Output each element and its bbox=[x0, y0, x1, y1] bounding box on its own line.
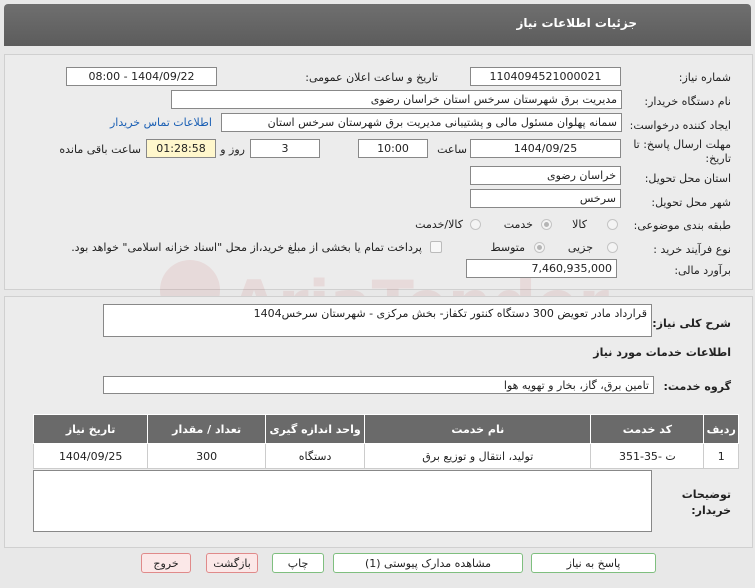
category-service-label: خدمت bbox=[503, 218, 533, 231]
service-group-label: گروه خدمت: bbox=[663, 380, 731, 393]
cell-service-name: تولید، انتقال و توزیع برق bbox=[364, 443, 592, 469]
category-goods-service-radio[interactable] bbox=[470, 219, 481, 230]
deadline-time-label: ساعت bbox=[437, 143, 467, 156]
city-field[interactable]: سرخس bbox=[470, 189, 621, 208]
treasury-payment-checkbox[interactable] bbox=[430, 241, 442, 253]
cell-quantity: 300 bbox=[147, 443, 266, 469]
remaining-time-label: ساعت باقی مانده bbox=[59, 143, 141, 156]
buyer-notes-label-1: توضیحات bbox=[681, 488, 731, 501]
category-goods-label: کالا bbox=[572, 218, 587, 231]
description-label: شرح کلی نیاز: bbox=[652, 317, 731, 330]
cell-unit: دستگاه bbox=[264, 443, 366, 469]
deadline-time-field[interactable]: 10:00 bbox=[358, 139, 428, 158]
buyer-contact-link[interactable]: اطلاعات تماس خریدار bbox=[110, 116, 212, 129]
col-header-unit: واحد اندازه گیری bbox=[264, 414, 366, 444]
deadline-label-date: تاریخ: bbox=[705, 152, 731, 165]
col-header-service-code: کد خدمت bbox=[590, 414, 705, 444]
cell-service-code: ت -35-351 bbox=[590, 443, 705, 469]
days-label: روز و bbox=[220, 143, 245, 156]
page-header bbox=[4, 4, 751, 46]
print-button[interactable]: چاپ bbox=[272, 553, 324, 573]
announce-field[interactable]: 1404/09/22 - 08:00 bbox=[66, 67, 217, 86]
need-number-field[interactable]: 1104094521000021 bbox=[470, 67, 621, 86]
back-button[interactable]: بازگشت bbox=[206, 553, 258, 573]
deadline-label: مهلت ارسال پاسخ: تا bbox=[633, 138, 731, 151]
treasury-payment-note: پرداخت تمام یا بخشی از مبلغ خرید،از محل … bbox=[71, 241, 422, 254]
category-goods-radio[interactable] bbox=[607, 219, 618, 230]
process-medium-radio[interactable] bbox=[534, 242, 545, 253]
page-title: جزئیات اطلاعات نیاز bbox=[516, 16, 637, 30]
category-service-radio[interactable] bbox=[541, 219, 552, 230]
buyer-field[interactable]: مدیریت برق شهرستان سرخس استان خراسان رضو… bbox=[171, 90, 622, 109]
need-number-label: شماره نیاز: bbox=[678, 71, 731, 84]
buyer-notes-textarea[interactable] bbox=[33, 470, 652, 532]
city-label: شهر محل تحویل: bbox=[651, 196, 731, 209]
creator-field[interactable]: سمانه پهلوان مسئول مالی و پشتیبانی مدیری… bbox=[221, 113, 622, 132]
process-small-radio[interactable] bbox=[607, 242, 618, 253]
process-medium-label: متوسط bbox=[490, 241, 525, 254]
estimate-field[interactable]: 7,460,935,000 bbox=[466, 259, 617, 278]
creator-label: ایجاد کننده درخواست: bbox=[629, 119, 731, 132]
buyer-label: نام دستگاه خریدار: bbox=[644, 95, 731, 108]
services-table: ردیف کد خدمت نام خدمت واحد اندازه گیری ت… bbox=[32, 414, 739, 469]
exit-button[interactable]: خروج bbox=[141, 553, 191, 573]
province-label: استان محل تحویل: bbox=[644, 172, 731, 185]
announce-label: تاریخ و ساعت اعلان عمومی: bbox=[305, 71, 438, 84]
process-small-label: جزیی bbox=[567, 241, 593, 254]
category-label: طبقه بندی موضوعی: bbox=[633, 219, 731, 232]
days-field[interactable]: 3 bbox=[250, 139, 320, 158]
buyer-notes-label-2: خریدار: bbox=[691, 504, 731, 517]
category-goods-service-label: کالا/خدمت bbox=[415, 218, 463, 231]
service-group-field[interactable]: تامین برق، گاز، بخار و تهویه هوا bbox=[103, 376, 654, 394]
cell-row-number: 1 bbox=[703, 443, 739, 469]
province-field[interactable]: خراسان رضوی bbox=[470, 166, 621, 185]
col-header-need-date: تاریخ نیاز bbox=[32, 414, 149, 444]
deadline-date-field[interactable]: 1404/09/25 bbox=[470, 139, 621, 158]
col-header-row-number: ردیف bbox=[703, 414, 739, 444]
reply-button[interactable]: پاسخ به نیاز bbox=[531, 553, 656, 573]
services-section-title: اطلاعات خدمات مورد نیاز bbox=[593, 346, 731, 359]
col-header-service-name: نام خدمت bbox=[364, 414, 592, 444]
cell-need-date: 1404/09/25 bbox=[32, 443, 149, 469]
remaining-time-field[interactable]: 01:28:58 bbox=[146, 139, 216, 158]
table-row[interactable]: 1 ت -35-351 تولید، انتقال و توزیع برق دس… bbox=[32, 443, 739, 469]
estimate-label: برآورد مالی: bbox=[674, 264, 731, 277]
col-header-quantity: تعداد / مقدار bbox=[147, 414, 266, 444]
process-label: نوع فرآیند خرید : bbox=[653, 243, 731, 256]
description-textarea[interactable]: قرارداد مادر تعویض 300 دستگاه کنتور تکفا… bbox=[103, 304, 652, 337]
view-attachments-button[interactable]: مشاهده مدارک پیوستی (1) bbox=[333, 553, 523, 573]
